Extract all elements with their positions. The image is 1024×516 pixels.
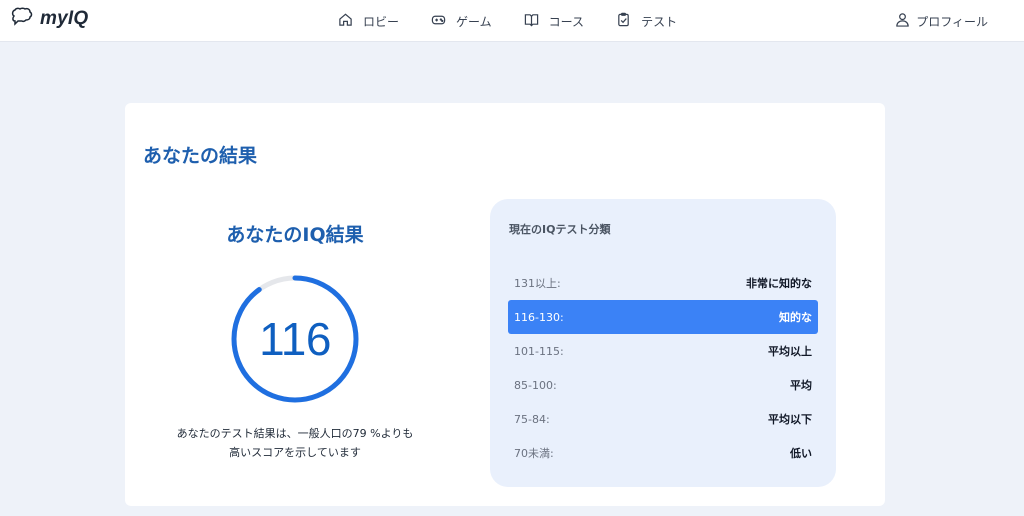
top-navbar: myIQ ロビー ゲーム コース テスト プロフィール	[0, 0, 1024, 42]
nav-item-tests[interactable]: テスト	[616, 12, 677, 30]
nav-label: ゲーム	[456, 14, 492, 29]
classification-label: 平均	[790, 379, 812, 392]
classification-label: 平均以下	[768, 413, 812, 426]
classification-range: 75-84:	[514, 412, 550, 426]
classification-row: 131以上: 非常に知的な	[508, 266, 818, 300]
logo-text: myIQ	[40, 8, 89, 29]
classification-title: 現在のIQテスト分類	[509, 223, 611, 236]
profile-label: プロフィール	[916, 14, 988, 29]
book-icon	[524, 12, 539, 30]
classification-label: 知的な	[779, 311, 812, 324]
user-icon	[895, 12, 910, 30]
nav-label: コース	[548, 14, 585, 29]
card-title: あなたの結果	[143, 145, 258, 167]
result-description-line2: 高いスコアを示しています	[229, 446, 361, 459]
iq-result-title: あなたのIQ結果	[226, 224, 364, 246]
classification-label: 非常に知的な	[746, 277, 812, 290]
result-description-line1: あなたのテスト結果は、一般人口の79 %よりも	[176, 427, 414, 440]
classification-row: 116-130: 知的な	[508, 300, 818, 334]
nav-item-lobby[interactable]: ロビー	[338, 12, 399, 30]
nav-label: テスト	[641, 14, 678, 29]
main-nav: ロビー ゲーム コース テスト	[338, 0, 709, 42]
iq-score-gauge: 116	[231, 275, 359, 403]
classification-range: 85-100:	[514, 378, 557, 392]
classification-range: 101-115:	[514, 344, 564, 358]
nav-label: ロビー	[363, 14, 400, 29]
classification-range: 131以上:	[514, 277, 561, 290]
nav-item-courses[interactable]: コース	[524, 12, 584, 30]
home-icon	[338, 12, 353, 30]
iq-score-value: 116	[259, 313, 331, 365]
classification-label: 平均以上	[768, 345, 812, 358]
logo[interactable]: myIQ	[10, 7, 88, 31]
classification-row: 101-115: 平均以上	[508, 334, 818, 368]
classification-range: 70未満:	[514, 447, 554, 460]
classification-range: 116-130:	[514, 310, 564, 324]
result-description: あなたのテスト結果は、一般人口の79 %よりも 高いスコアを示しています	[145, 424, 445, 462]
brain-icon	[10, 7, 34, 31]
clipboard-icon	[616, 12, 631, 30]
classification-row: 85-100: 平均	[508, 368, 818, 402]
classification-row: 75-84: 平均以下	[508, 402, 818, 436]
classification-label: 低い	[790, 447, 812, 460]
gamepad-icon	[431, 12, 446, 30]
classification-list: 131以上: 非常に知的な 116-130: 知的な 101-115: 平均以上…	[508, 266, 818, 470]
profile-link[interactable]: プロフィール	[895, 0, 988, 42]
result-card: あなたの結果 あなたのIQ結果 116 あなたのテスト結果は、一般人口の79 %…	[125, 103, 885, 506]
classification-panel: 現在のIQテスト分類 131以上: 非常に知的な 116-130: 知的な 10…	[490, 199, 836, 487]
classification-row: 70未満: 低い	[508, 436, 818, 470]
nav-item-games[interactable]: ゲーム	[431, 12, 492, 30]
